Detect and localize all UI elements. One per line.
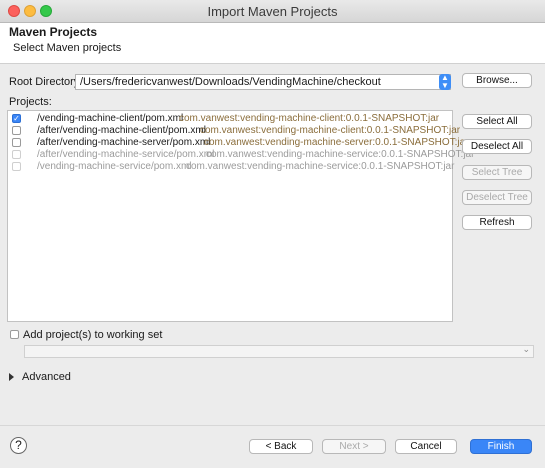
projects-label: Projects: (9, 96, 52, 108)
advanced-toggle[interactable]: Advanced (9, 371, 71, 383)
project-checkbox[interactable]: ✓ (12, 114, 21, 123)
deselect-tree-button: Deselect Tree (462, 190, 532, 205)
back-button[interactable]: < Back (249, 439, 313, 454)
projects-list[interactable]: ✓ /vending-machine-client/pom.xml com.va… (7, 110, 474, 322)
project-path: /vending-machine-client/pom.xml (37, 113, 184, 124)
root-directory-label: Root Directory: (9, 76, 83, 88)
project-path: /vending-machine-service/pom.xml (37, 161, 192, 172)
refresh-button[interactable]: Refresh (462, 215, 532, 230)
project-artifact: com.vanwest:vending-machine-client:0.0.1… (179, 113, 440, 124)
disclosure-triangle-icon (9, 373, 14, 382)
window-title: Import Maven Projects (207, 4, 338, 19)
deselect-all-button[interactable]: Deselect All (462, 139, 532, 154)
advanced-label: Advanced (22, 371, 71, 383)
next-button: Next > (322, 439, 386, 454)
project-checkbox[interactable] (12, 126, 21, 135)
project-path: /after/vending-machine-client/pom.xml (37, 125, 206, 136)
project-checkbox (12, 150, 21, 159)
page-title: Maven Projects (9, 25, 98, 39)
project-path: /after/vending-machine-server/pom.xml (37, 137, 211, 148)
working-set-checkbox[interactable] (10, 330, 19, 339)
help-icon[interactable]: ? (10, 437, 27, 454)
project-path: /after/vending-machine-service/pom.xml (37, 149, 215, 160)
browse-button[interactable]: Browse... (462, 73, 532, 88)
wizard-header: Maven Projects Select Maven projects (0, 23, 545, 64)
cancel-button[interactable]: Cancel (395, 439, 457, 454)
working-set-label: Add project(s) to working set (23, 329, 163, 341)
combo-chevron-icon[interactable]: ▲ ▼ (439, 74, 451, 90)
root-directory-combo[interactable]: /Users/fredericvanwest/Downloads/Vending… (75, 74, 451, 90)
page-subtitle: Select Maven projects (13, 42, 122, 54)
project-checkbox (12, 162, 21, 171)
finish-button[interactable]: Finish (470, 439, 532, 454)
title-bar: Import Maven Projects (0, 0, 545, 23)
chevron-down-icon: ⌄ (522, 344, 530, 354)
project-artifact: com.vanwest:vending-machine-server:0.0.1… (204, 137, 469, 148)
project-artifact: com.vanwest:vending-machine-client:0.0.1… (200, 125, 461, 136)
project-artifact: com.vanwest:vending-machine-service:0.0.… (186, 161, 455, 172)
project-artifact: com.vanwest:vending-machine-service:0.0.… (206, 149, 475, 160)
working-set-combo: ⌄ (24, 344, 534, 358)
root-directory-value: /Users/fredericvanwest/Downloads/Vending… (80, 76, 381, 88)
select-all-button[interactable]: Select All (462, 114, 532, 129)
project-checkbox[interactable] (12, 138, 21, 147)
select-tree-button: Select Tree (462, 165, 532, 180)
footer-divider (0, 425, 545, 426)
